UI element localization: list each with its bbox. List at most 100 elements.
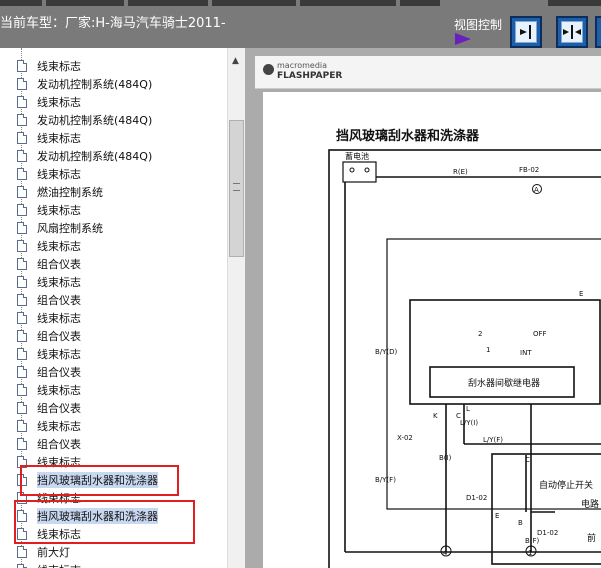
tree-item[interactable]: 线束标志 [17, 93, 81, 110]
fit-page-icon [563, 25, 581, 39]
scroll-up-icon[interactable]: ▲ [232, 56, 239, 66]
tree-item[interactable]: 线束标志 [17, 237, 81, 254]
tree-item-label: 线束标志 [37, 419, 81, 433]
d1-02-b-label: D1-02 [537, 529, 558, 537]
tree-item[interactable]: 组合仪表 [17, 435, 81, 452]
circuit-label: 电路 [581, 498, 599, 510]
tab-2[interactable] [46, 0, 124, 6]
x02-label: X-02 [397, 434, 413, 442]
tree-item[interactable]: 线束标志 [17, 57, 81, 74]
tree-item-label: 线束标志 [37, 59, 81, 73]
tree-item-label: 线束标志 [37, 383, 81, 397]
fit-page-button[interactable] [556, 16, 588, 48]
l1-label: L [466, 405, 470, 413]
tree-item[interactable]: 组合仪表 [17, 399, 81, 416]
tree-item[interactable]: 组合仪表 [17, 255, 81, 272]
document-icon [17, 401, 27, 414]
int-label: INT [520, 349, 532, 357]
tree-item[interactable]: 线束标志 [17, 417, 81, 434]
scroll-thumb[interactable] [229, 120, 244, 257]
document-icon [17, 329, 27, 342]
tree-item-label: 线束标志 [37, 347, 81, 361]
highlight-box-2 [14, 500, 195, 544]
document-icon [17, 239, 27, 252]
document-viewer[interactable]: macromedia FLASHPAPER 挡风玻璃刮水器和洗涤器 蓄电池 FB… [245, 48, 601, 568]
tree-item-label: 线束标志 [37, 95, 81, 109]
tree-item-label: 线束标志 [37, 239, 81, 253]
tree-item[interactable]: 发动机控制系统(484Q) [17, 147, 152, 164]
tree-item[interactable]: 线束标志 [17, 201, 81, 218]
tab-4[interactable] [212, 0, 296, 6]
tab-7[interactable] [548, 0, 601, 6]
tree-item[interactable]: 风扇控制系统 [17, 219, 103, 236]
re-label: R(E) [453, 168, 468, 176]
tree-item-label: 前大灯 [37, 545, 70, 559]
flashpaper-toolbar: macromedia FLASHPAPER [255, 56, 601, 89]
tree-item[interactable]: 发动机控制系统(484Q) [17, 75, 152, 92]
document-icon [17, 59, 27, 72]
purple-arrow-icon [455, 33, 471, 45]
wiring-diagram: 挡风玻璃刮水器和洗涤器 蓄电池 FB-02 R(E) A E OFF 2 1 I… [328, 128, 601, 568]
k-label: K [433, 412, 438, 420]
document-icon [17, 95, 27, 108]
flashpaper-logo-icon [263, 64, 274, 75]
tree-item-label: 组合仪表 [37, 293, 81, 307]
tab-3[interactable] [128, 0, 208, 6]
tree-item[interactable]: 组合仪表 [17, 327, 81, 344]
tree-item[interactable]: 线束标志 [17, 129, 81, 146]
document-page: 挡风玻璃刮水器和洗涤器 蓄电池 FB-02 R(E) A E OFF 2 1 I… [263, 92, 601, 568]
fit-width-icon [520, 25, 531, 39]
ly-i-label: L/Y(I) [460, 419, 478, 427]
diagram-frame [328, 149, 601, 568]
document-icon [17, 347, 27, 360]
document-icon [17, 563, 27, 568]
tree-item-label: 燃油控制系统 [37, 185, 103, 199]
sidebar-scrollbar[interactable]: ▲ [227, 48, 245, 568]
b-f-label: B(F) [525, 537, 540, 545]
tree-item-label: 发动机控制系统(484Q) [37, 149, 153, 163]
tree-item[interactable]: 线束标志 [17, 273, 81, 290]
document-icon [17, 77, 27, 90]
c2-label: C [525, 456, 530, 464]
tree-item-label: 线束标志 [37, 562, 81, 568]
diagram-title: 挡风玻璃刮水器和洗涤器 [336, 128, 480, 144]
tab-1[interactable] [0, 0, 42, 6]
document-icon [17, 203, 27, 216]
tree-item[interactable]: 线束标志 [17, 165, 81, 182]
tree-item-label: 发动机控制系统(484Q) [37, 77, 153, 91]
tree-item[interactable]: 前大灯 [17, 543, 70, 560]
view-control-label: 视图控制 [454, 18, 503, 32]
tree-item[interactable]: 线束标志 [17, 345, 81, 362]
tree-item-label: 风扇控制系统 [37, 221, 103, 235]
tab-6[interactable] [400, 0, 440, 6]
tree-item[interactable]: 燃油控制系统 [17, 183, 103, 200]
tree-item[interactable]: 组合仪表 [17, 363, 81, 380]
tree-item[interactable]: 发动机控制系统(484Q) [17, 111, 152, 128]
flashpaper-brand-top: macromedia [277, 61, 328, 70]
document-icon [17, 113, 27, 126]
ly-f-label: L/Y(F) [483, 436, 503, 444]
by-f-label: B/Y(F) [375, 476, 396, 484]
document-icon [17, 311, 27, 324]
auto-stop-label: 自动停止开关 [539, 479, 593, 491]
battery-label: 蓄电池 [345, 151, 369, 161]
tab-5[interactable] [300, 0, 396, 6]
tree-item-label: 组合仪表 [37, 437, 81, 451]
tree-item[interactable]: 线束标志 [17, 381, 81, 398]
document-icon [17, 293, 27, 306]
tree-item[interactable]: 线束标志 [17, 561, 81, 568]
fit-width-button[interactable] [510, 16, 542, 48]
one-label: 1 [486, 346, 490, 354]
document-icon [17, 419, 27, 432]
fb02-label: FB-02 [519, 166, 539, 174]
e-mid-label: E [495, 512, 499, 520]
tree-item-label: 组合仪表 [37, 329, 81, 343]
tree-item[interactable]: 线束标志 [17, 309, 81, 326]
current-model-title: 当前车型：厂家:H-海马汽车骑士2011- [0, 16, 226, 31]
d1-02-a-label: D1-02 [466, 494, 487, 502]
two-label: 2 [478, 330, 482, 338]
tree-item-label: 发动机控制系统(484Q) [37, 113, 153, 127]
tree-item-label: 线束标志 [37, 131, 81, 145]
more-button[interactable] [595, 16, 601, 48]
tree-item[interactable]: 组合仪表 [17, 291, 81, 308]
